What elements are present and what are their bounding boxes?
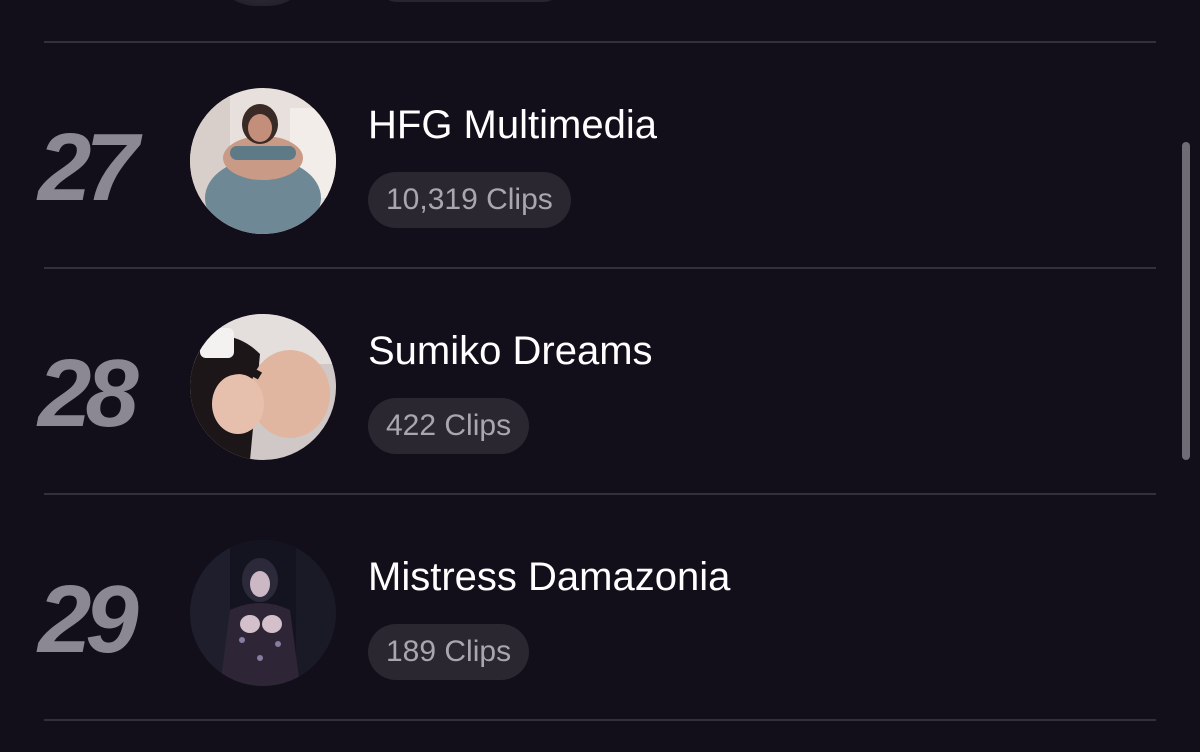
rank-number: 29 <box>38 566 139 673</box>
creator-avatar[interactable] <box>190 88 336 234</box>
creator-name[interactable]: Mistress Damazonia <box>368 554 730 600</box>
creator-name[interactable]: HFG Multimedia <box>368 102 657 148</box>
clips-count-badge: 189 Clips <box>368 624 530 680</box>
creator-row-29[interactable]: 29 Mistress Damazonia 189 Clips <box>0 496 1180 720</box>
clips-count-badge: 422 Clips <box>368 398 530 454</box>
creator-ranking-viewport: 27 HFG Multimedia 10,319 Clips 28 Sumiko… <box>0 0 1200 752</box>
rank-number: 27 <box>38 114 139 221</box>
previous-clips-badge <box>380 0 560 2</box>
avatar-photo-icon <box>190 88 336 234</box>
creator-avatar[interactable] <box>190 540 336 686</box>
clips-count-badge: 10,319 Clips <box>368 172 571 228</box>
previous-creator-avatar[interactable] <box>212 0 312 6</box>
creator-row-27[interactable]: 27 HFG Multimedia 10,319 Clips <box>0 44 1180 268</box>
list-divider <box>44 267 1156 269</box>
avatar-photo-icon <box>190 314 336 460</box>
avatar-photo-icon <box>190 540 336 686</box>
vertical-scrollbar-thumb[interactable] <box>1182 142 1190 460</box>
list-divider <box>44 41 1156 43</box>
creator-row-28[interactable]: 28 Sumiko Dreams 422 Clips <box>0 270 1180 494</box>
creator-avatar[interactable] <box>190 314 336 460</box>
creator-name[interactable]: Sumiko Dreams <box>368 328 653 374</box>
list-divider <box>44 493 1156 495</box>
list-divider <box>44 719 1156 721</box>
rank-number: 28 <box>38 340 139 447</box>
